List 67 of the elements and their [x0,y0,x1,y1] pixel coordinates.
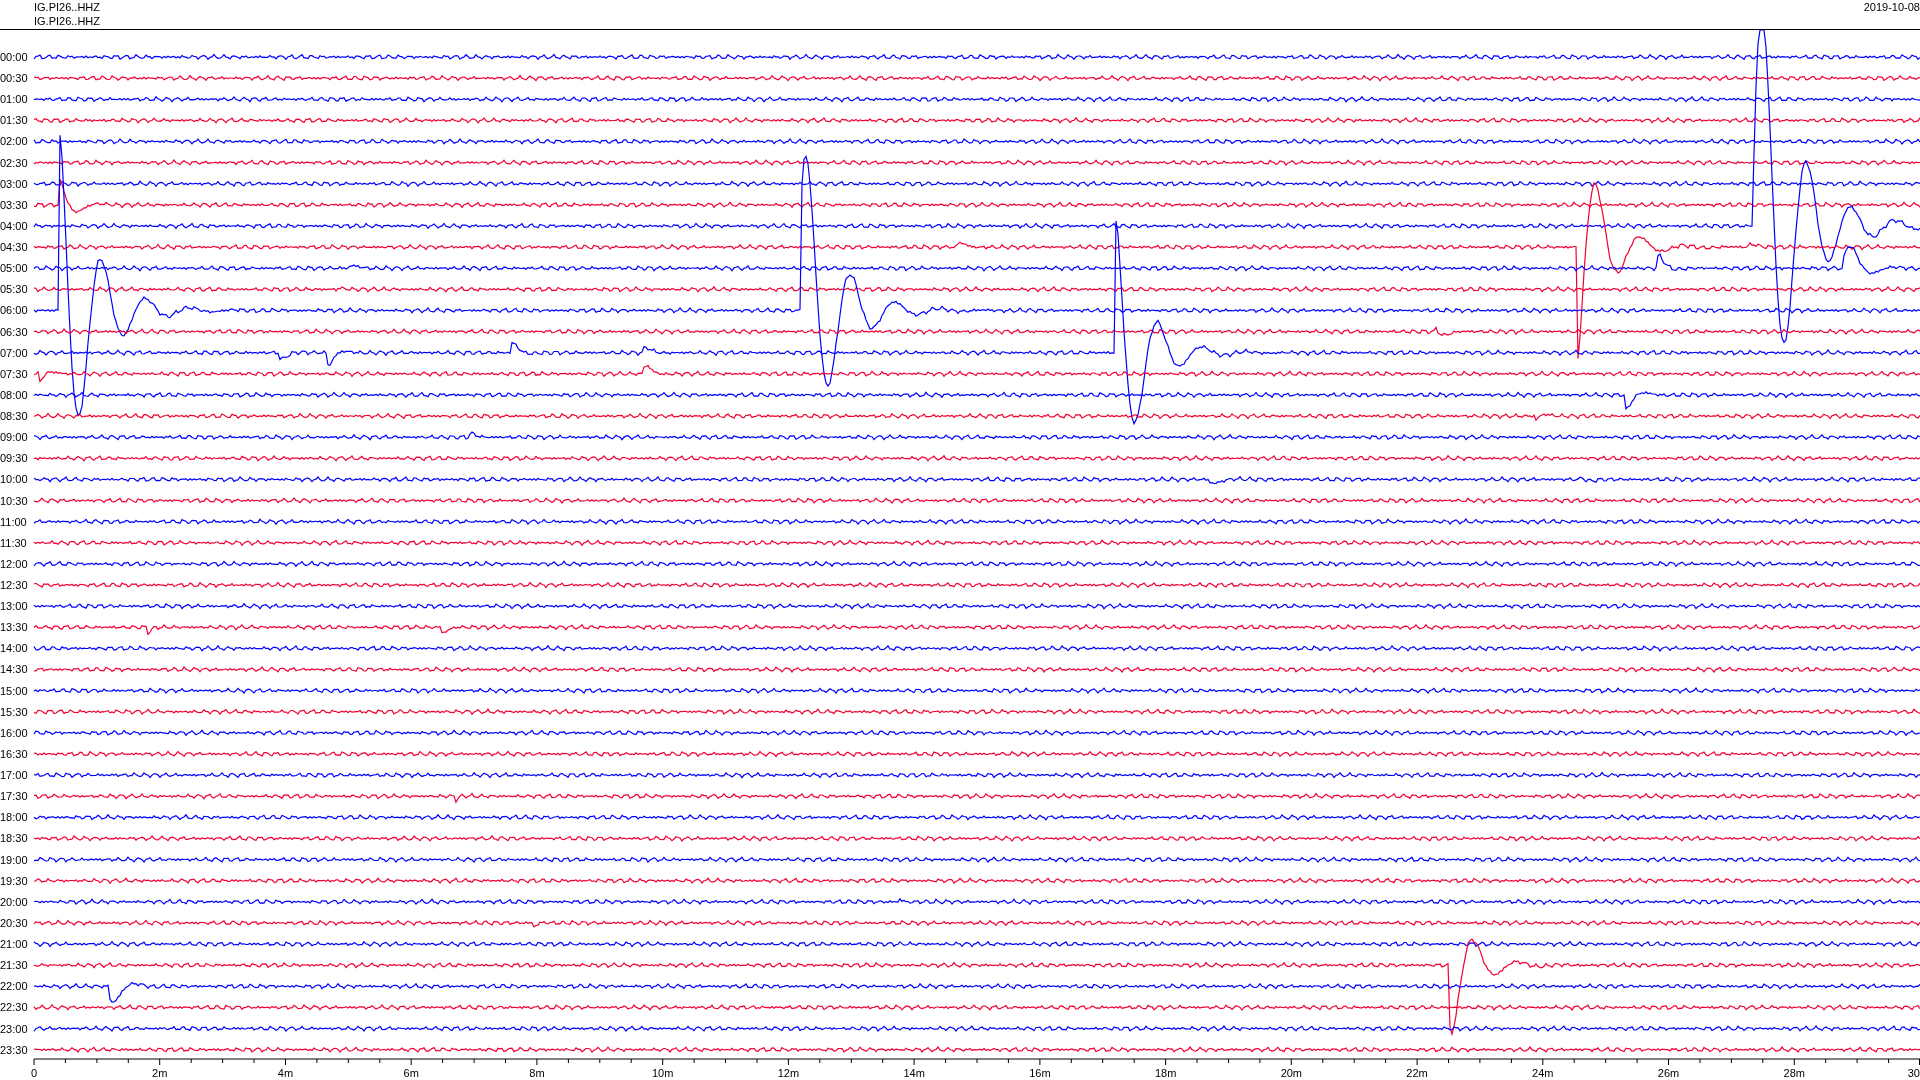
time-label: 18:00 [0,811,28,824]
time-label: 00:00 [0,51,28,63]
time-label: 16:00 [0,726,28,739]
time-label: 14:00 [0,642,28,655]
time-label: 22:30 [0,1001,28,1014]
time-label: 22:00 [0,980,28,993]
time-label: 06:00 [0,304,28,317]
axis-tick-label: 10m [651,1067,674,1079]
axis-tick-label: 12m [777,1067,800,1079]
axis-tick-label: 30 [1907,1067,1920,1079]
time-label: 20:30 [0,916,28,929]
time-label: 13:30 [0,621,28,634]
time-label: 04:30 [0,241,28,254]
station-label: IG.PI26..HHZ [34,15,101,27]
time-label: 13:00 [0,600,28,613]
time-label: 15:30 [0,705,28,718]
time-label: 06:30 [0,325,28,338]
time-label: 02:00 [0,135,28,148]
time-label: 01:30 [0,114,28,127]
time-label: 19:00 [0,853,28,866]
time-label: 08:00 [0,388,28,401]
time-label: 17:30 [0,790,28,803]
time-label: 19:30 [0,874,28,887]
time-label: 15:00 [0,684,28,697]
time-label: 03:00 [0,177,28,190]
time-label: 16:30 [0,747,28,760]
time-label: 10:30 [0,494,28,507]
time-label: 07:30 [0,367,28,380]
time-label: 09:30 [0,452,28,465]
axis-tick-label: 18m [1154,1067,1177,1079]
station-label: IG.PI26..HHZ [34,1,101,13]
time-label: 09:00 [0,431,28,444]
axis-tick-label: 0 [31,1067,38,1079]
time-label: 11:30 [0,536,27,549]
axis-tick-label: 24m [1532,1067,1554,1079]
axis-tick-label: 4m [277,1067,294,1079]
axis-tick-label: 2m [152,1067,168,1079]
time-label: 12:30 [0,579,28,591]
axis-tick-label: 6m [403,1067,419,1079]
time-label: 04:00 [0,219,28,232]
axis-tick-label: 16m [1029,1067,1051,1079]
time-label: 07:00 [0,346,28,359]
axis-tick-label: 22m [1406,1067,1428,1079]
time-label: 17:00 [0,769,28,782]
time-label: 11:00 [0,515,27,528]
axis-tick-label: 26m [1657,1067,1680,1079]
time-label: 05:30 [0,283,28,296]
time-label: 14:30 [0,663,28,676]
time-label: 02:30 [0,156,28,169]
time-label: 08:30 [0,410,28,423]
time-label: 23:30 [0,1043,28,1056]
axis-tick-label: 8m [529,1067,545,1079]
time-label: 00:30 [0,72,28,85]
time-label: 21:30 [0,959,28,972]
axis-tick-label: 14m [903,1067,925,1079]
time-label: 21:00 [0,938,28,951]
axis-tick-label: 20m [1280,1067,1303,1079]
time-label: 05:00 [0,262,28,275]
time-label: 23:00 [0,1022,28,1035]
time-label: 10:00 [0,473,28,486]
date-label: 2019-10-08 [1863,1,1920,13]
time-label: 18:30 [0,832,28,845]
time-label: 12:00 [0,557,28,570]
time-label: 03:30 [0,198,28,211]
axis-tick-label: 28m [1783,1067,1805,1079]
time-label: 01:00 [0,93,28,106]
time-label: 20:00 [0,895,28,908]
